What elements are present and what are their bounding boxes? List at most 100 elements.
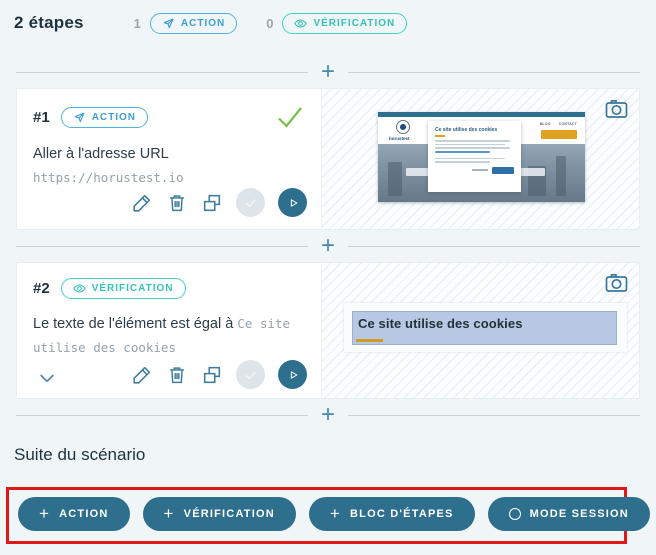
play-icon bbox=[285, 367, 301, 383]
edit-button[interactable] bbox=[131, 364, 153, 386]
next-section-title: Suite du scénario bbox=[14, 445, 656, 465]
plus-icon: + bbox=[164, 505, 175, 522]
site-nav: BLOG CONTACT bbox=[540, 122, 577, 126]
step-divider-3: + bbox=[16, 399, 640, 431]
validate-step-button[interactable] bbox=[236, 188, 265, 217]
cookie-modal: Ce site utilise des cookies bbox=[428, 121, 521, 192]
step-description-text: Le texte de l'élément est égal à bbox=[33, 316, 233, 332]
photo-figure bbox=[388, 162, 402, 196]
site-cta-button bbox=[541, 130, 577, 139]
add-action-label: ACTION bbox=[59, 508, 108, 520]
scenario-editor: { "header": { "title": "2 étapes", "acti… bbox=[0, 0, 656, 555]
circle-icon bbox=[509, 508, 521, 520]
add-step-button-3[interactable]: + bbox=[308, 401, 348, 429]
eye-icon bbox=[73, 282, 86, 295]
add-action-button[interactable]: + ACTION bbox=[18, 497, 130, 531]
delete-button[interactable] bbox=[166, 192, 188, 214]
add-verification-button[interactable]: + VÉRIFICATION bbox=[143, 497, 296, 531]
add-step-button-1[interactable]: + bbox=[308, 58, 348, 86]
step-1-details: #1 ACTION Aller à l'adresse URL https://… bbox=[17, 89, 321, 229]
plus-icon: + bbox=[39, 505, 50, 522]
session-mode-button[interactable]: MODE SESSION bbox=[488, 497, 650, 531]
step-description: Aller à l'adresse URL bbox=[33, 143, 307, 165]
session-mode-label: MODE SESSION bbox=[530, 508, 629, 520]
step-type-badge-verification: VÉRIFICATION bbox=[61, 278, 186, 299]
step-2-details: #2 VÉRIFICATION Le texte de l'élément es… bbox=[17, 263, 321, 398]
expand-step-button[interactable] bbox=[37, 368, 57, 388]
step-type-label: VÉRIFICATION bbox=[92, 283, 174, 294]
play-step-button[interactable] bbox=[278, 188, 307, 217]
action-type-badge: ACTION bbox=[150, 13, 237, 34]
add-buttons-row-annotation: + ACTION + VÉRIFICATION + BLOC D'ÉTAPES … bbox=[6, 487, 627, 544]
edit-button[interactable] bbox=[131, 192, 153, 214]
step-divider-2: + bbox=[16, 230, 640, 262]
pencil-icon bbox=[131, 192, 153, 214]
site-nav-blog: BLOG bbox=[540, 122, 551, 126]
site-logo-icon bbox=[396, 120, 410, 134]
website-screenshot-thumbnail: horustest BLOG CONTACT Ce site utilise d… bbox=[378, 112, 585, 202]
step-2-actions bbox=[33, 360, 307, 389]
trash-icon bbox=[166, 364, 188, 386]
step-type-label: ACTION bbox=[92, 112, 136, 123]
plus-icon: + bbox=[330, 505, 341, 522]
duplicate-icon bbox=[201, 192, 223, 214]
add-step-button-2[interactable]: + bbox=[308, 232, 348, 260]
photo-figure bbox=[556, 156, 566, 196]
type-counters: 1 ACTION 0 VÉRIFICATION bbox=[134, 13, 408, 34]
link-line-placeholder bbox=[435, 151, 490, 153]
accept-button-placeholder bbox=[492, 167, 514, 174]
site-nav-contact: CONTACT bbox=[559, 122, 577, 126]
divider-line bbox=[348, 72, 640, 73]
cookie-modal-actions bbox=[435, 167, 514, 174]
step-value-url: https://horustest.io bbox=[33, 168, 307, 188]
text-line-placeholder bbox=[435, 144, 505, 146]
element-screenshot-thumbnail: Ce site utilise des cookies bbox=[344, 303, 627, 352]
highlighted-element-text: Ce site utilise des cookies bbox=[353, 312, 616, 331]
step-1-actions bbox=[33, 188, 307, 217]
accent-underline bbox=[435, 135, 445, 137]
camera-icon[interactable] bbox=[604, 271, 629, 297]
steps-summary-bar: 2 étapes 1 ACTION 0 VÉRIFICATION bbox=[0, 0, 656, 34]
paper-plane-icon bbox=[73, 111, 86, 124]
delete-button[interactable] bbox=[166, 364, 188, 386]
action-badge-label: ACTION bbox=[181, 18, 225, 29]
divider-line bbox=[16, 72, 308, 73]
check-icon bbox=[243, 195, 259, 211]
play-step-button[interactable] bbox=[278, 360, 307, 389]
highlighted-element: Ce site utilise des cookies bbox=[352, 311, 617, 345]
divider-line bbox=[16, 415, 308, 416]
page-title: 2 étapes bbox=[14, 13, 84, 33]
site-brand: horustest bbox=[389, 136, 410, 141]
step-description: Le texte de l'élément est égal à Ce site… bbox=[33, 312, 305, 360]
duplicate-button[interactable] bbox=[201, 364, 223, 386]
accent-underline bbox=[356, 339, 383, 342]
chevron-down-icon bbox=[37, 368, 57, 388]
text-line-placeholder bbox=[435, 140, 510, 142]
step-2-screenshot-panel: Ce site utilise des cookies bbox=[321, 263, 639, 398]
step-number: #2 bbox=[33, 280, 50, 297]
add-step-block-label: BLOC D'ÉTAPES bbox=[350, 508, 454, 520]
duplicate-icon bbox=[201, 364, 223, 386]
validate-step-button[interactable] bbox=[236, 360, 265, 389]
pencil-icon bbox=[131, 364, 153, 386]
text-line-placeholder bbox=[435, 161, 490, 163]
verification-count: 0 bbox=[266, 16, 273, 31]
divider-line bbox=[348, 246, 640, 247]
success-check-icon bbox=[275, 104, 305, 130]
text-line-placeholder bbox=[435, 147, 510, 149]
duplicate-button[interactable] bbox=[201, 192, 223, 214]
paper-plane-icon bbox=[162, 17, 175, 30]
step-1-screenshot-panel: horustest BLOG CONTACT Ce site utilise d… bbox=[321, 89, 639, 229]
divider-line bbox=[348, 415, 640, 416]
step-card-1: #1 ACTION Aller à l'adresse URL https://… bbox=[16, 88, 640, 230]
cookie-modal-title: Ce site utilise des cookies bbox=[435, 127, 514, 133]
step-number: #1 bbox=[33, 109, 50, 126]
step-card-2: #2 VÉRIFICATION Le texte de l'élément es… bbox=[16, 262, 640, 399]
action-count: 1 bbox=[134, 16, 141, 31]
text-line-placeholder bbox=[435, 158, 505, 160]
trash-icon bbox=[166, 192, 188, 214]
add-step-block-button[interactable]: + BLOC D'ÉTAPES bbox=[309, 497, 475, 531]
divider-line bbox=[16, 246, 308, 247]
camera-icon[interactable] bbox=[604, 97, 629, 123]
check-icon bbox=[243, 367, 259, 383]
